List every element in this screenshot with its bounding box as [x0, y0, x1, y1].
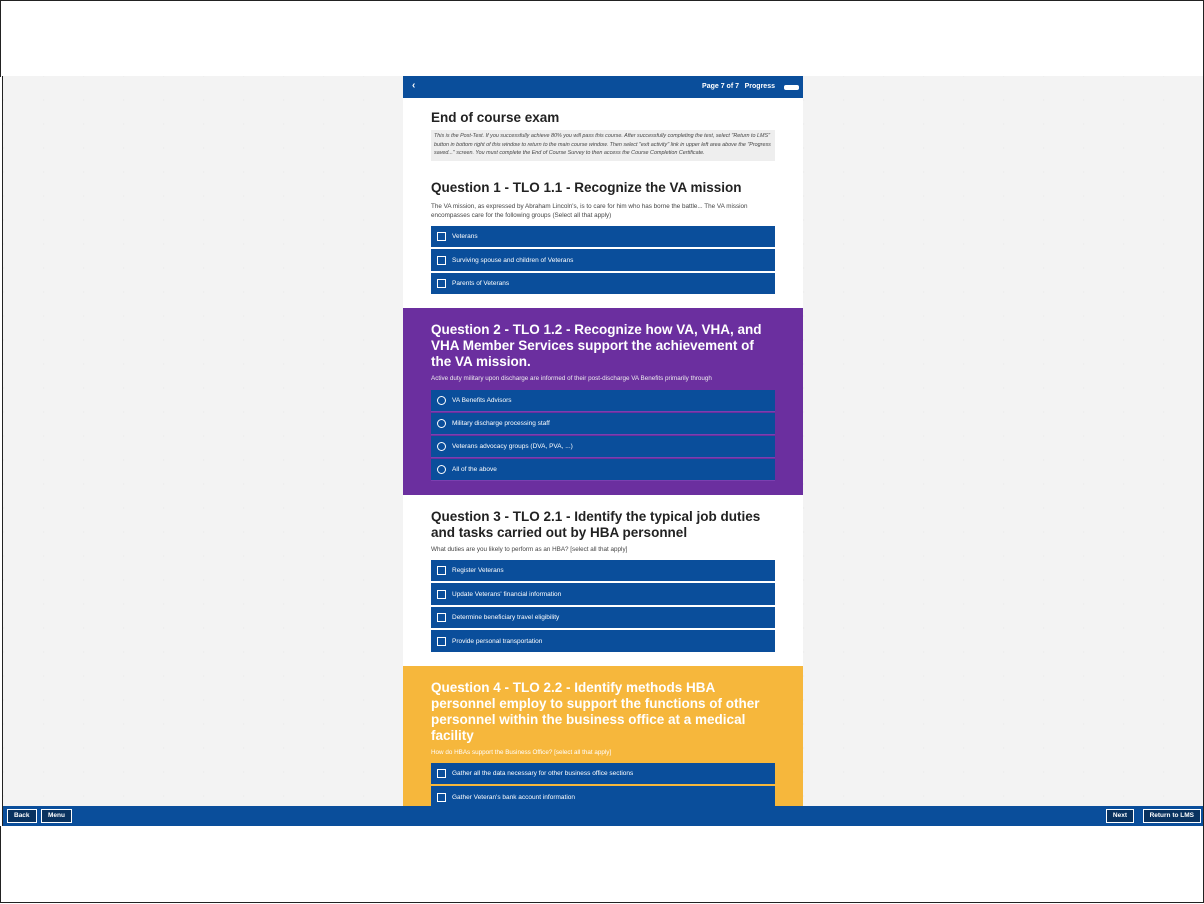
viewer-frame-bottom: [0, 826, 1204, 903]
question-1-options: Veterans Surviving spouse and children o…: [431, 225, 775, 295]
menu-button[interactable]: Menu: [41, 809, 72, 823]
option-label: Military discharge processing staff: [452, 420, 550, 428]
question-1-block: Question 1 - TLO 1.1 - Recognize the VA …: [403, 161, 803, 309]
checkbox-icon[interactable]: [437, 769, 446, 779]
option-label: Update Veterans' financial information: [452, 590, 562, 598]
question-2-option-advocacy-groups[interactable]: Veterans advocacy groups (DVA, PVA, ...): [431, 436, 775, 458]
lesson-header-bar: ‹ Page 7 of 7 Progress: [403, 76, 803, 98]
option-label: VA Benefits Advisors: [452, 397, 512, 405]
progress-bar: [784, 85, 799, 90]
radio-icon[interactable]: [437, 465, 446, 475]
question-3-options: Register Veterans Update Veterans' finan…: [431, 559, 775, 652]
checkbox-icon[interactable]: [437, 613, 446, 623]
course-player: ‹ Page 7 of 7 Progress End of course exa…: [2, 76, 1204, 826]
checkbox-icon[interactable]: [437, 279, 446, 289]
question-1-title: Question 1 - TLO 1.1 - Recognize the VA …: [431, 179, 742, 195]
question-4-block: Question 4 - TLO 2.2 - Identify methods …: [403, 665, 803, 806]
exam-instructions: This is the Post-Test. If you successful…: [431, 130, 775, 161]
option-label: Gather all the data necessary for other …: [452, 770, 634, 778]
question-3-title: Question 3 - TLO 2.1 - Identify the typi…: [431, 508, 761, 540]
question-2-prompt: Active duty military upon discharge are …: [431, 375, 712, 383]
option-label: Gather Veteran's bank account informatio…: [452, 793, 576, 801]
option-label: Determine beneficiary travel eligibility: [452, 614, 560, 622]
back-button[interactable]: Back: [7, 809, 37, 823]
question-4-prompt: How do HBAs support the Business Office?…: [431, 748, 612, 756]
question-4-option-gather-data[interactable]: Gather all the data necessary for other …: [431, 762, 775, 785]
page-indicator: Page 7 of 7: [702, 83, 739, 90]
question-1-option-veterans[interactable]: Veterans: [431, 225, 775, 248]
question-4-title: Question 4 - TLO 2.2 - Identify methods …: [431, 679, 760, 743]
next-button[interactable]: Next: [1105, 809, 1134, 823]
checkbox-icon[interactable]: [437, 566, 446, 576]
question-2-options: VA Benefits Advisors Military discharge …: [431, 390, 775, 481]
player-navigation-bar: Back Menu Next Return to LMS: [3, 806, 1203, 826]
question-1-option-parents[interactable]: Parents of Veterans: [431, 272, 775, 295]
question-3-block: Question 3 - TLO 2.1 - Identify the typi…: [403, 495, 803, 666]
question-3-option-transportation[interactable]: Provide personal transportation: [431, 630, 775, 652]
question-3-prompt: What duties are you likely to perform as…: [431, 545, 628, 553]
question-1-option-surviving-spouse[interactable]: Surviving spouse and children of Veteran…: [431, 249, 775, 271]
question-1-prompt: The VA mission, as expressed by Abraham …: [431, 202, 748, 219]
option-label: Veterans: [452, 233, 478, 241]
question-2-option-all-of-the-above[interactable]: All of the above: [431, 459, 775, 481]
progress-label: Progress: [744, 83, 775, 90]
question-2-block: Question 2 - TLO 1.2 - Recognize how VA,…: [403, 308, 803, 495]
question-3-option-travel[interactable]: Determine beneficiary travel eligibility: [431, 606, 775, 629]
question-4-option-bank-info[interactable]: Gather Veteran's bank account informatio…: [431, 786, 775, 806]
checkbox-icon[interactable]: [437, 232, 446, 242]
question-2-title: Question 2 - TLO 1.2 - Recognize how VA,…: [431, 322, 762, 370]
viewer-frame-top: [0, 0, 1204, 77]
option-label: Provide personal transportation: [452, 637, 543, 645]
checkbox-icon[interactable]: [437, 792, 446, 802]
option-label: Parents of Veterans: [452, 280, 510, 288]
return-to-lms-button[interactable]: Return to LMS: [1142, 809, 1201, 823]
option-label: Surviving spouse and children of Veteran…: [452, 256, 574, 264]
question-3-option-register[interactable]: Register Veterans: [431, 559, 775, 582]
checkbox-icon[interactable]: [437, 636, 446, 646]
option-label: All of the above: [452, 466, 497, 474]
progress-bar-fill: [785, 86, 798, 89]
exam-intro: End of course exam This is the Post-Test…: [403, 98, 803, 161]
question-4-options: Gather all the data necessary for other …: [431, 762, 775, 806]
option-label: Veterans advocacy groups (DVA, PVA, ...): [452, 443, 573, 451]
question-2-option-benefits-advisors[interactable]: VA Benefits Advisors: [431, 390, 775, 412]
chevron-left-icon[interactable]: ‹: [412, 81, 415, 91]
page-title: End of course exam: [431, 110, 560, 125]
radio-icon[interactable]: [437, 419, 446, 429]
radio-icon[interactable]: [437, 396, 446, 406]
checkbox-icon[interactable]: [437, 255, 446, 265]
question-2-option-discharge-staff[interactable]: Military discharge processing staff: [431, 413, 775, 435]
checkbox-icon[interactable]: [437, 589, 446, 599]
option-label: Register Veterans: [452, 567, 504, 575]
radio-icon[interactable]: [437, 442, 446, 452]
question-3-option-financial[interactable]: Update Veterans' financial information: [431, 583, 775, 605]
lesson-panel: ‹ Page 7 of 7 Progress End of course exa…: [403, 76, 803, 806]
